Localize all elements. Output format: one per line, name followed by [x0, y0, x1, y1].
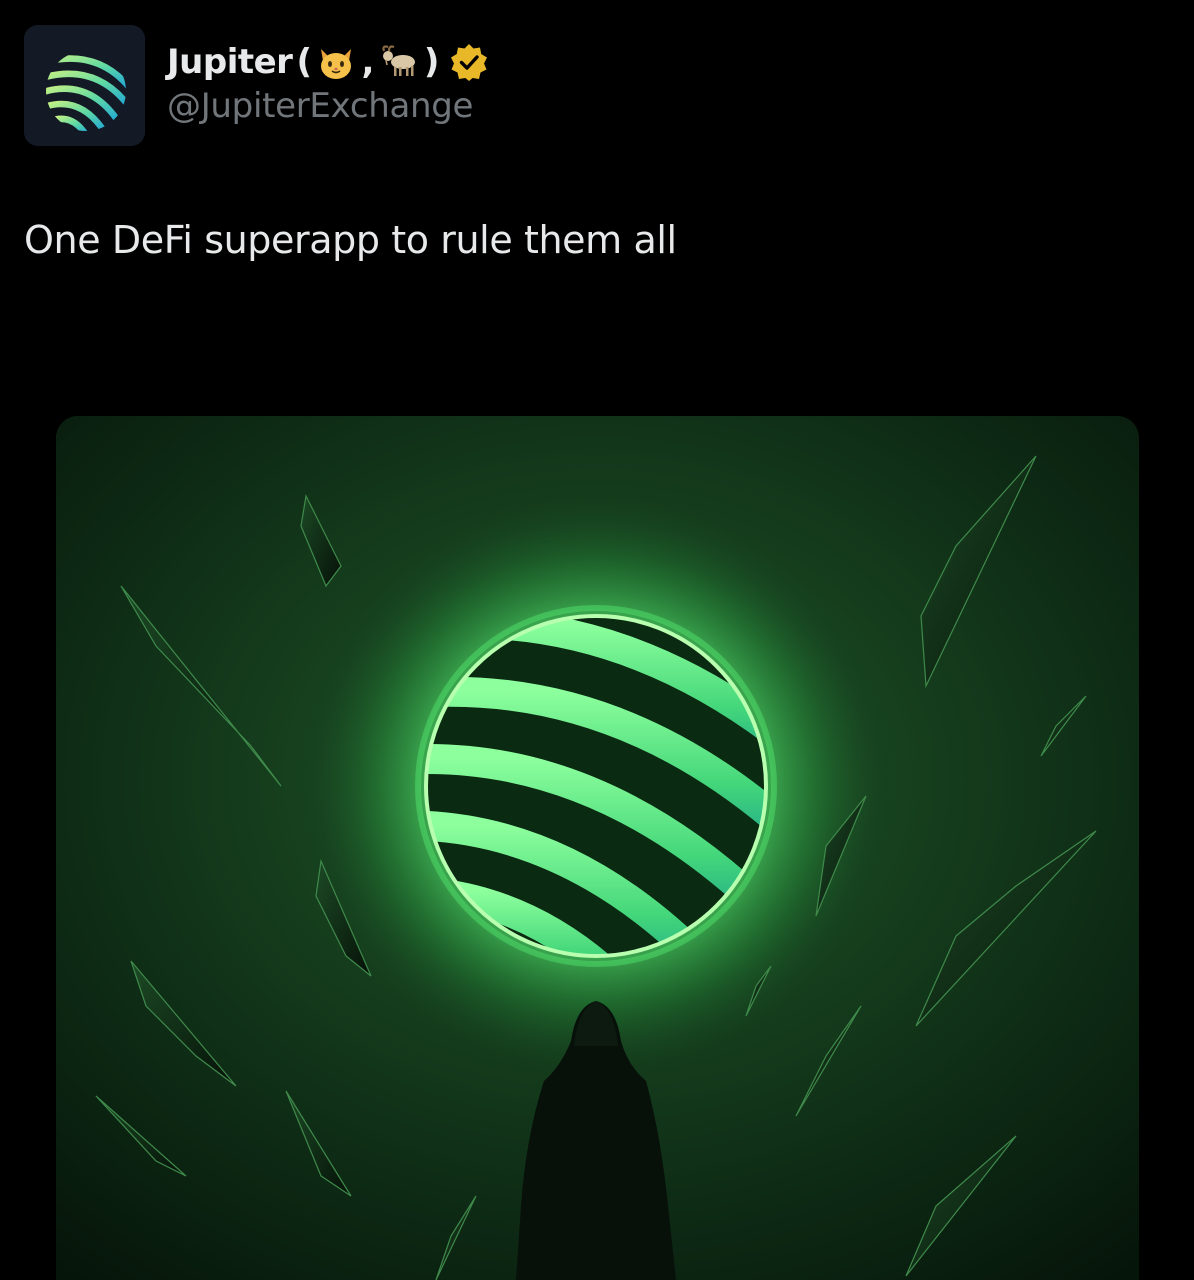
jupiter-logo-icon — [24, 25, 145, 146]
cat-face-icon — [315, 41, 357, 83]
tweet-card: Jupiter ( ,) @JupiterExchange One DeFi … — [0, 0, 1194, 1280]
display-name[interactable]: Jupiter — [167, 42, 293, 82]
jupiter-sphere-illustration-icon — [56, 416, 1139, 1280]
name-separator: , — [361, 42, 374, 82]
paren-open: ( — [296, 42, 312, 82]
author-name-row[interactable]: Jupiter ( ,) — [167, 36, 489, 88]
verified-badge-icon[interactable] — [449, 42, 489, 82]
paren-close: ) — [423, 42, 440, 82]
author-handle[interactable]: @JupiterExchange — [167, 86, 473, 126]
goat-icon — [378, 41, 420, 83]
avatar[interactable] — [24, 25, 145, 146]
tweet-media-image[interactable] — [56, 416, 1139, 1280]
tweet-text: One DeFi superapp to rule them all — [24, 218, 677, 262]
